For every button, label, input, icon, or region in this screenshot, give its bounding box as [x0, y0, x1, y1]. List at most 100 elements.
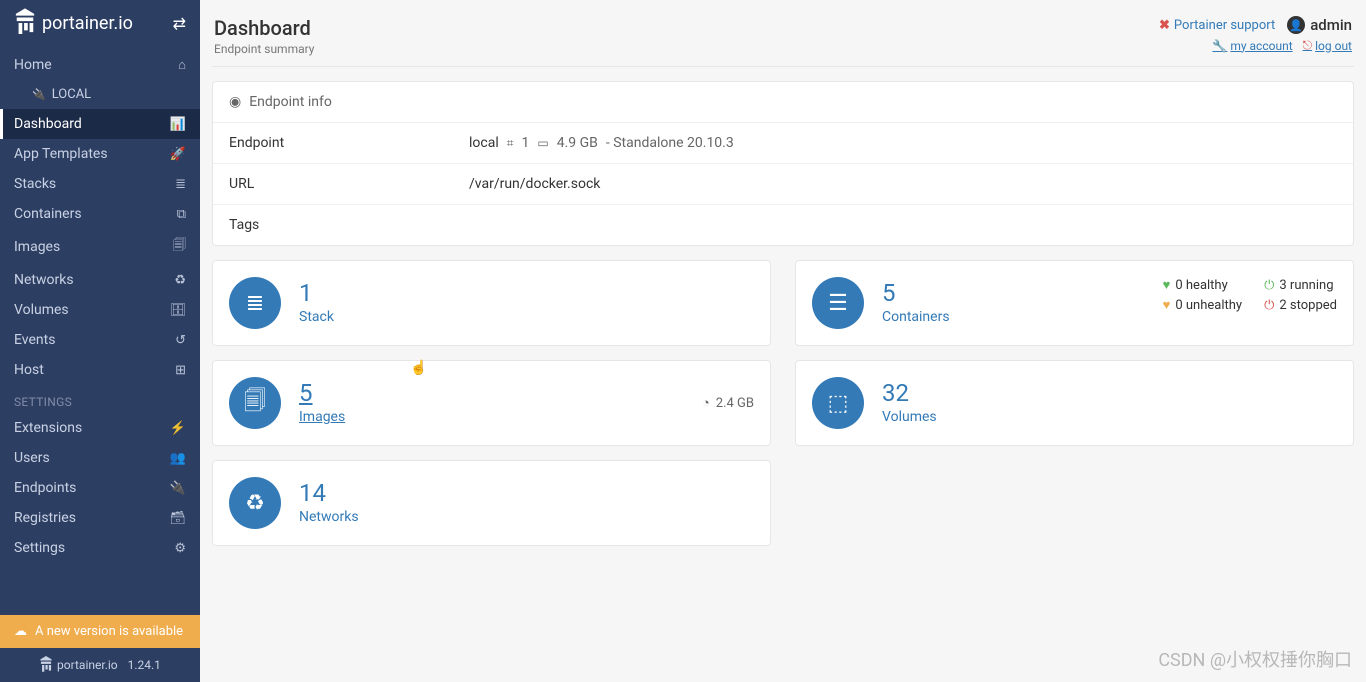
sidebar-item-label: Home	[14, 57, 52, 73]
life-ring-icon: ✖	[1159, 18, 1170, 33]
list-icon: ≣	[175, 177, 186, 192]
sidebar-item-label: Containers	[14, 206, 82, 222]
brand-text: portainer.io	[42, 13, 133, 34]
plug-icon: 🔌	[32, 88, 46, 101]
sidebar-toggle-icon[interactable]: ⇄	[173, 14, 186, 33]
sidebar-item-label: Endpoints	[14, 480, 76, 496]
tile-count: 5	[882, 281, 950, 305]
support-link[interactable]: ✖ Portainer support	[1159, 18, 1275, 33]
server-icon: ⧉	[177, 207, 186, 222]
sidebar-item-images[interactable]: Images 🗐	[0, 229, 200, 265]
sidebar-item-label: Stacks	[14, 176, 56, 192]
tile-label: Networks	[299, 509, 359, 525]
power-icon: ⏻	[1264, 298, 1274, 313]
sidebar-item-label: Registries	[14, 510, 76, 526]
sidebar-item-settings[interactable]: Settings ⚙	[0, 533, 200, 563]
cloud-download-icon: ☁	[14, 624, 27, 639]
tile-images-size: ◔ 2.4 GB	[702, 395, 754, 411]
sidebar-item-label: Users	[14, 450, 50, 466]
footer-version: 1.24.1	[128, 658, 161, 672]
tile-label: Containers	[882, 309, 950, 325]
hdd-icon: 🗄	[169, 303, 186, 318]
portainer-logo-small-icon	[39, 656, 53, 674]
tags-label: Tags	[213, 205, 453, 245]
page-header: Dashboard Endpoint summary ✖ Portainer s…	[212, 12, 1354, 67]
sidebar-item-volumes[interactable]: Volumes 🗄	[0, 295, 200, 325]
tile-containers[interactable]: ☰ 5 Containers ♥0 healthy ⏻3 running ♥0 …	[795, 260, 1354, 346]
sidebar-item-stacks[interactable]: Stacks ≣	[0, 169, 200, 199]
url-row: URL /var/run/docker.sock	[213, 164, 1353, 205]
rocket-icon: 🚀	[170, 147, 186, 162]
sidebar-subitem-local[interactable]: 🔌 LOCAL	[0, 80, 200, 109]
endpoint-value: local ⌗1 ▭4.9 GB - Standalone 20.10.3	[453, 123, 1353, 163]
watermark-text: CSDN @小权权捶你胸口	[1158, 646, 1352, 672]
th-icon: ⊞	[175, 363, 186, 378]
url-label: URL	[213, 164, 453, 204]
tile-label: Stack	[299, 309, 334, 325]
wrench-icon: 🔧	[1212, 39, 1227, 53]
chart-pie-icon: ◔	[702, 395, 710, 411]
panel-header: ◉ Endpoint info	[213, 82, 1353, 123]
sidebar-item-home[interactable]: Home ⌂	[0, 50, 200, 80]
sidebar-item-networks[interactable]: Networks ♻	[0, 265, 200, 295]
tags-row: Tags	[213, 205, 1353, 245]
endpoint-row: Endpoint local ⌗1 ▭4.9 GB - Standalone 2…	[213, 123, 1353, 164]
sidebar-logo-bar: portainer.io ⇄	[0, 0, 200, 46]
sidebar-item-extensions[interactable]: Extensions ⚡	[0, 413, 200, 443]
tachometer-icon: ◉	[229, 94, 241, 110]
sidebar-sub-label: LOCAL	[52, 87, 91, 102]
url-value: /var/run/docker.sock	[453, 164, 1353, 204]
sidebar-item-containers[interactable]: Containers ⧉	[0, 199, 200, 229]
panel-title: Endpoint info	[249, 94, 332, 110]
bolt-icon: ⚡	[170, 421, 186, 436]
current-user: 👤 admin	[1287, 16, 1352, 34]
tile-count: 1	[299, 281, 334, 305]
history-icon: ↺	[175, 333, 186, 348]
portainer-logo-icon	[14, 8, 36, 38]
tile-count: 32	[882, 381, 937, 405]
tile-count: 14	[299, 481, 359, 505]
sidebar-item-label: Dashboard	[14, 116, 82, 132]
sidebar-item-app-templates[interactable]: App Templates 🚀	[0, 139, 200, 169]
sitemap-icon: ♻	[229, 477, 281, 529]
tile-images[interactable]: 🗐 5 Images ◔ 2.4 GB	[212, 360, 771, 446]
sidebar-item-host[interactable]: Host ⊞	[0, 355, 200, 385]
sidebar-item-label: Host	[14, 362, 44, 378]
clone-icon: 🗐	[229, 377, 281, 429]
sidebar-item-label: Settings	[14, 540, 65, 556]
sidebar-item-label: Networks	[14, 272, 74, 288]
tile-stacks[interactable]: ≣ 1 Stack	[212, 260, 771, 346]
sidebar-item-users[interactable]: Users 👥	[0, 443, 200, 473]
sidebar: portainer.io ⇄ Home ⌂ 🔌 LOCAL Dashboard 📊…	[0, 0, 200, 682]
sidebar-item-dashboard[interactable]: Dashboard 📊	[0, 109, 200, 139]
server-icon: ☰	[812, 277, 864, 329]
tags-value	[453, 205, 1353, 245]
heartbeat-icon: ♥	[1163, 297, 1171, 313]
th-list-icon: ≣	[229, 277, 281, 329]
sign-out-icon: ⎋	[1303, 38, 1313, 53]
sidebar-item-endpoints[interactable]: Endpoints 🔌	[0, 473, 200, 503]
tile-networks[interactable]: ♻ 14 Networks	[212, 460, 771, 546]
tile-volumes[interactable]: ⬚ 32 Volumes	[795, 360, 1354, 446]
users-icon: 👥	[170, 451, 186, 466]
sidebar-item-label: Events	[14, 332, 55, 348]
brand[interactable]: portainer.io	[14, 8, 133, 38]
log-out-link[interactable]: ⎋log out	[1303, 38, 1352, 53]
endpoint-label: Endpoint	[213, 123, 453, 163]
cubes-icon: ⬚	[812, 377, 864, 429]
sidebar-item-registries[interactable]: Registries 🗃	[0, 503, 200, 533]
tile-count: 5	[299, 381, 345, 405]
tachometer-icon: 📊	[170, 117, 186, 132]
my-account-link[interactable]: 🔧my account	[1212, 38, 1292, 53]
sidebar-item-events[interactable]: Events ↺	[0, 325, 200, 355]
page-title: Dashboard	[214, 16, 314, 40]
user-avatar-icon: 👤	[1287, 16, 1305, 34]
container-stats: ♥0 healthy ⏻3 running ♥0 unhealthy ⏻2 st…	[1163, 277, 1337, 313]
update-text: A new version is available	[35, 624, 183, 639]
heartbeat-icon: ♥	[1163, 277, 1171, 293]
sidebar-item-label: Extensions	[14, 420, 82, 436]
plug-icon: 🔌	[170, 481, 186, 496]
tile-label: Volumes	[882, 409, 937, 425]
sidebar-update-banner[interactable]: ☁ A new version is available	[0, 615, 200, 648]
microchip-icon: ⌗	[507, 136, 514, 151]
